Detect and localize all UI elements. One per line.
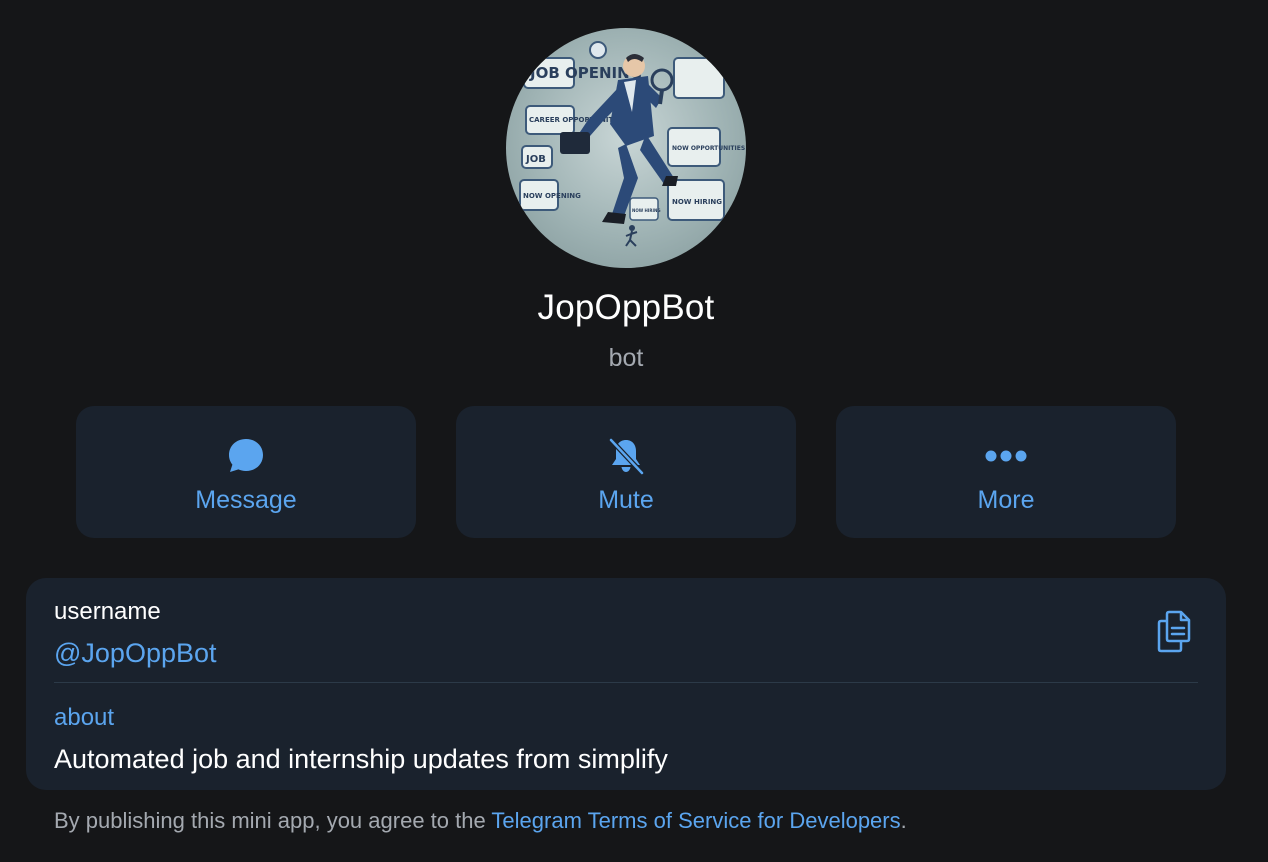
more-button[interactable]: More bbox=[836, 406, 1176, 538]
about-label: about bbox=[54, 704, 115, 731]
mute-button[interactable]: Mute bbox=[456, 406, 796, 538]
avatar-text-now-opening: NOW OPENING bbox=[523, 192, 581, 200]
username-label: username bbox=[54, 598, 161, 625]
avatar-illustration: JOB OPENING CAREER OPPORTUNITIES JOB NOW… bbox=[519, 41, 745, 247]
footer-suffix: . bbox=[900, 808, 907, 833]
avatar-text-now-hiring-small: NOW HIRING bbox=[632, 208, 661, 213]
about-value: Automated job and internship updates fro… bbox=[54, 744, 668, 774]
more-button-label: More bbox=[977, 486, 1035, 514]
avatar-text-now-hiring: NOW HIRING bbox=[672, 198, 722, 206]
terms-link[interactable]: Telegram Terms of Service for Developers bbox=[491, 808, 900, 833]
avatar-text-job-small: JOB bbox=[525, 154, 546, 165]
footer-prefix: By publishing this mini app, you agree t… bbox=[54, 808, 492, 833]
avatar-text-now-opp: NOW OPPORTUNITIES bbox=[672, 145, 745, 152]
more-dots-icon bbox=[985, 450, 1027, 462]
info-card: username @JopOppBot about Automated job … bbox=[26, 578, 1226, 790]
profile-name: JopOppBot bbox=[537, 288, 715, 327]
copy-icon bbox=[1157, 610, 1191, 653]
message-button[interactable]: Message bbox=[76, 406, 416, 538]
username-value[interactable]: @JopOppBot bbox=[54, 638, 217, 669]
message-button-label: Message bbox=[195, 486, 297, 514]
profile-subtitle: bot bbox=[608, 344, 644, 372]
bell-slash-icon bbox=[608, 437, 645, 476]
chat-bubble-icon bbox=[229, 439, 263, 472]
copy-username-button[interactable] bbox=[1154, 608, 1196, 654]
profile-avatar[interactable]: JOB OPENING CAREER OPPORTUNITIES JOB NOW… bbox=[506, 28, 746, 268]
info-divider bbox=[54, 682, 1198, 683]
mute-button-label: Mute bbox=[598, 486, 654, 514]
terms-footer: By publishing this mini app, you agree t… bbox=[54, 808, 907, 834]
